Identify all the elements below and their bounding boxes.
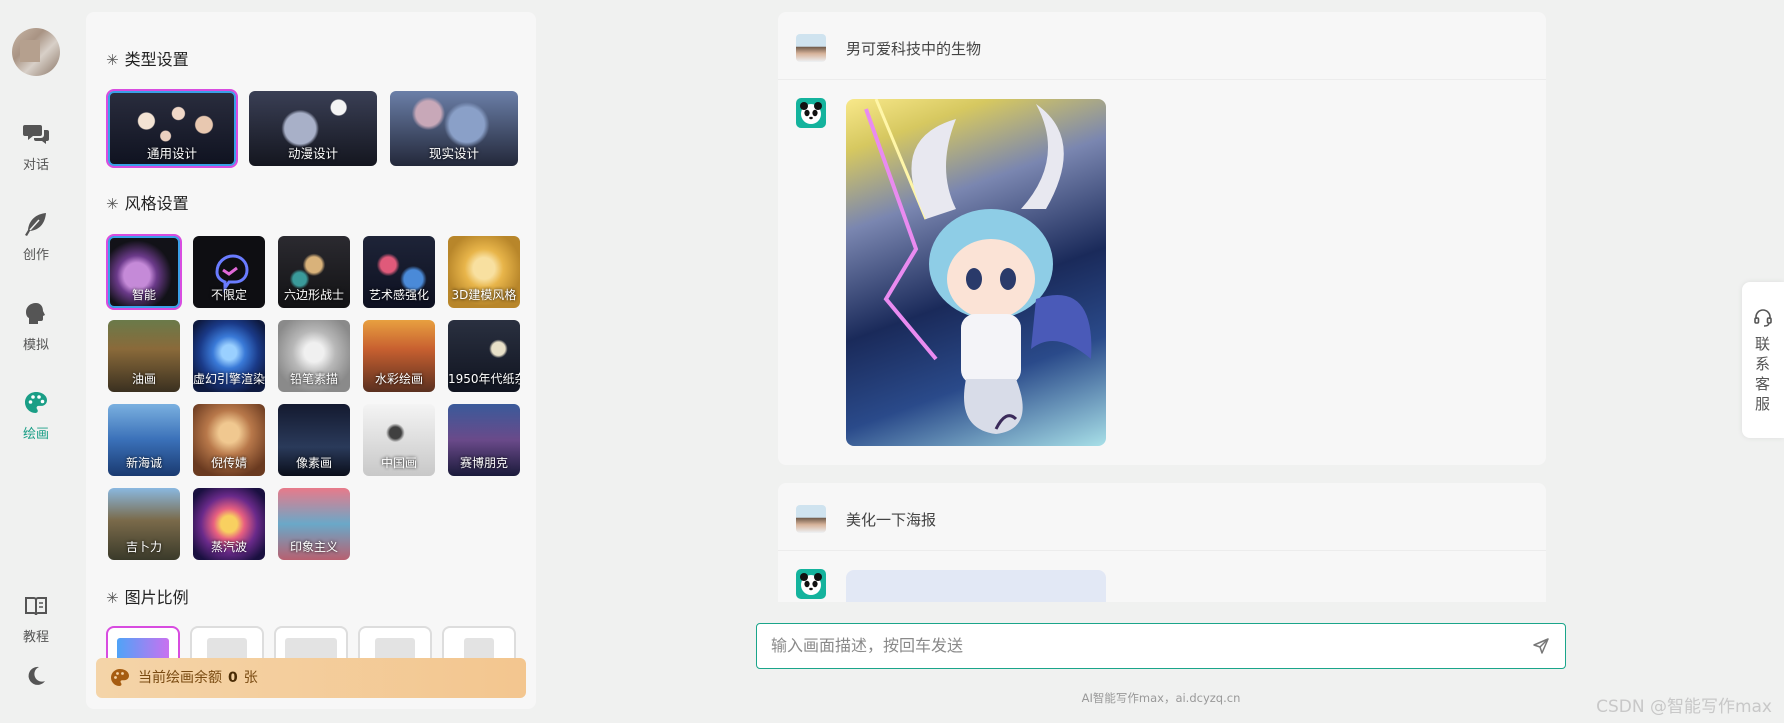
chat-icon <box>23 125 49 144</box>
style-card-impressionism[interactable]: 印象主义 <box>278 488 350 560</box>
style-card-art-enhance[interactable]: 艺术感强化 <box>363 236 435 308</box>
feather-icon <box>25 213 46 236</box>
style-card-cyberpunk[interactable]: 赛博朋克 <box>448 404 520 476</box>
head-icon <box>26 303 45 324</box>
chat-history: 男可爱科技中的生物 美化一下海报 <box>778 12 1546 602</box>
style-card-unlimited[interactable]: 不限定 <box>193 236 265 308</box>
asterisk-icon: ✳ <box>106 589 119 607</box>
asterisk-icon: ✳ <box>106 51 119 69</box>
message-card: 男可爱科技中的生物 <box>778 12 1546 465</box>
headset-icon <box>1754 309 1772 327</box>
book-icon <box>25 597 47 616</box>
style-card-label: 像素画 <box>295 456 332 470</box>
contact-support-button[interactable]: 联系客服 <box>1742 282 1784 438</box>
style-card-label: 水彩绘画 <box>374 372 423 386</box>
style-card-chinese-painting[interactable]: 中国画 <box>363 404 435 476</box>
nav-label: 模拟 <box>22 338 49 353</box>
drawing-quota-bar: 当前绘画余额 0 张 <box>96 658 526 698</box>
style-card-pixel-art[interactable]: 像素画 <box>278 404 350 476</box>
style-card-watercolor[interactable]: 水彩绘画 <box>363 320 435 392</box>
left-nav: 对话 创作 模拟 绘画 教程 <box>0 0 72 723</box>
user-avatar[interactable] <box>12 28 60 76</box>
draw-settings-panel: ✳ 类型设置 通用设计 动漫设计 现实设计 ✳ 风格设置 智能 不限定 六边形战士 … <box>86 12 536 709</box>
user-avatar <box>796 505 826 533</box>
style-card-label: 油画 <box>131 372 156 386</box>
style-card-unreal-engine[interactable]: 虚幻引擎渲染 <box>193 320 265 392</box>
nav-label: 教程 <box>22 630 49 645</box>
type-card-label: 通用设计 <box>146 146 197 161</box>
style-settings-title: ✳ 风格设置 <box>106 194 189 213</box>
style-card-label: 印象主义 <box>289 540 338 554</box>
style-card-label: 倪传婧 <box>210 456 247 470</box>
style-card-label: 赛博朋克 <box>459 456 508 470</box>
style-card-smart[interactable]: 智能 <box>106 234 182 310</box>
style-card-label: 不限定 <box>210 288 247 302</box>
style-card-makoto-shinkai[interactable]: 新海诚 <box>108 404 180 476</box>
style-card-label: 蒸汽波 <box>210 540 247 554</box>
generated-image[interactable] <box>846 99 1106 446</box>
quota-prefix: 当前绘画余额 <box>138 670 222 686</box>
asterisk-icon: ✳ <box>106 195 119 213</box>
nav-item-tutorial[interactable]: 教程 <box>0 592 72 656</box>
ratio-settings-title: ✳ 图片比例 <box>106 588 189 607</box>
moon-icon[interactable] <box>24 664 48 688</box>
message-card: 美化一下海报 <box>778 483 1546 602</box>
style-card-label: 虚幻引擎渲染 <box>193 372 265 386</box>
nav-label: 创作 <box>22 248 49 263</box>
type-settings-title: ✳ 类型设置 <box>106 50 189 69</box>
style-card-pencil-sketch[interactable]: 铅笔素描 <box>278 320 350 392</box>
palette-icon <box>111 669 129 686</box>
style-card-vaporwave[interactable]: 蒸汽波 <box>193 488 265 560</box>
style-card-label: 铅笔素描 <box>289 372 338 386</box>
type-card-general[interactable]: 通用设计 <box>106 89 238 168</box>
style-card-1950s-magazine[interactable]: 1950年代纸杂志 <box>448 320 520 392</box>
nav-label: 绘画 <box>22 427 49 442</box>
chibi-character-art <box>864 99 1092 434</box>
nav-item-draw[interactable]: 绘画 <box>0 389 72 453</box>
send-icon[interactable] <box>1531 636 1551 656</box>
quota-value: 0 <box>228 670 238 686</box>
style-card-label: 中国画 <box>380 456 417 470</box>
style-card-3d-modeling[interactable]: 3D建模风格 <box>448 236 520 308</box>
type-card-label: 动漫设计 <box>287 146 338 161</box>
style-card-hexagon-warrior[interactable]: 六边形战士 <box>278 236 350 308</box>
nav-label: 对话 <box>22 158 49 173</box>
quota-unit: 张 <box>243 670 258 686</box>
style-card-ghibli[interactable]: 吉卜力 <box>108 488 180 560</box>
type-card-label: 现实设计 <box>428 146 479 161</box>
prompt-text: 美化一下海报 <box>846 511 937 529</box>
style-card-label: 智能 <box>131 288 156 302</box>
nav-item-simulate[interactable]: 模拟 <box>0 300 72 364</box>
style-card-ni-chuanjing[interactable]: 倪传婧 <box>193 404 265 476</box>
style-card-label: 1950年代纸杂志 <box>448 372 520 386</box>
style-card-label: 艺术感强化 <box>368 288 429 302</box>
style-card-oil-painting[interactable]: 油画 <box>108 320 180 392</box>
watermark: CSDN @智能写作max <box>1596 697 1772 717</box>
generating-image-placeholder <box>846 570 1106 602</box>
user-prompt-row: 男可爱科技中的生物 <box>778 12 1546 80</box>
panda-avatar <box>796 569 826 599</box>
nav-item-create[interactable]: 创作 <box>0 210 72 274</box>
style-card-label: 3D建模风格 <box>451 288 517 302</box>
style-card-label: 新海诚 <box>125 456 162 470</box>
prompt-input[interactable] <box>757 624 1497 666</box>
nav-item-chat[interactable]: 对话 <box>0 120 72 184</box>
prompt-text: 男可爱科技中的生物 <box>846 40 982 58</box>
site-footer: AI智能写作max，ai.dcyzq.cn <box>1081 691 1241 705</box>
support-label: 联系客服 <box>1755 335 1771 413</box>
user-prompt-row: 美化一下海报 <box>778 483 1546 551</box>
type-card-anime[interactable]: 动漫设计 <box>249 91 377 166</box>
style-card-label: 吉卜力 <box>125 540 162 554</box>
palette-icon <box>25 392 47 413</box>
panda-avatar <box>796 98 826 128</box>
type-card-realistic[interactable]: 现实设计 <box>390 91 518 166</box>
user-avatar <box>796 34 826 62</box>
style-card-label: 六边形战士 <box>283 288 344 302</box>
prompt-composer <box>756 623 1566 669</box>
